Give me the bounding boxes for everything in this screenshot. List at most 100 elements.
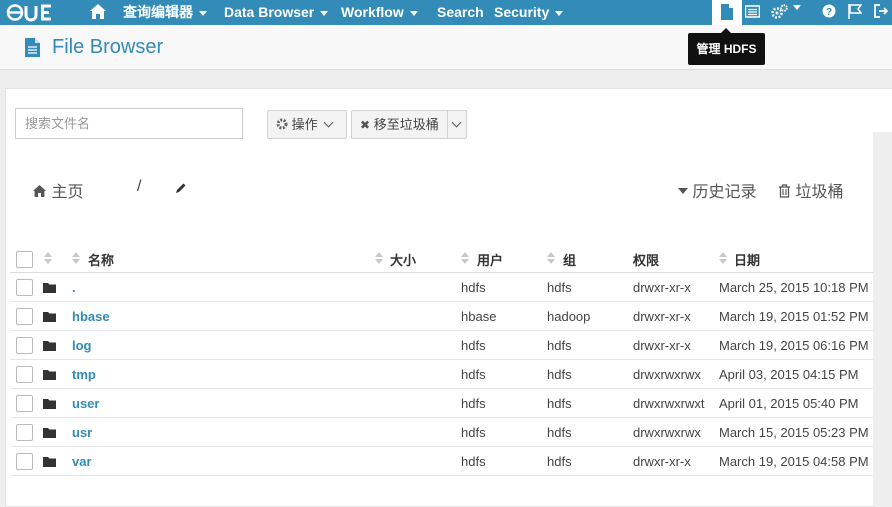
file-name-link[interactable]: user xyxy=(72,396,99,411)
history-label: 历史记录 xyxy=(692,184,757,201)
flag-icon[interactable] xyxy=(848,4,862,19)
table-row[interactable]: log hdfs hdfs drwxr-xr-x March 19, 2015 06:1… xyxy=(10,331,873,360)
file-permissions: drwxr-xr-x xyxy=(633,309,691,324)
column-user[interactable]: 用户 xyxy=(477,250,503,269)
folder-icon xyxy=(43,341,56,351)
row-checkbox[interactable] xyxy=(16,308,33,325)
table-row[interactable]: user hdfs hdfs drwxrwxrwxt April 01, 2015 05… xyxy=(10,389,873,418)
chevron-down-icon xyxy=(451,117,462,128)
sort-icon[interactable] xyxy=(72,252,80,264)
chevron-down-icon xyxy=(320,10,329,16)
file-user: hbase xyxy=(461,309,497,324)
file-name-link[interactable]: . xyxy=(72,280,76,295)
row-checkbox[interactable] xyxy=(16,337,33,354)
file-date: April 03, 2015 04:15 PM xyxy=(719,367,859,382)
tooltip: 管理 HDFS xyxy=(688,28,765,65)
folder-icon xyxy=(43,399,56,409)
table-row[interactable]: var hdfs hdfs drwxr-xr-x March 19, 2015 04:5… xyxy=(10,447,873,476)
file-user: hdfs xyxy=(461,338,486,353)
help-icon[interactable]: ? xyxy=(822,4,836,18)
file-name-link[interactable]: usr xyxy=(72,425,92,440)
nav-query-editors[interactable]: 查询编辑器 xyxy=(123,0,207,25)
chevron-down-icon[interactable] xyxy=(793,5,801,10)
list-icon[interactable] xyxy=(745,4,760,19)
column-size[interactable]: 大小 xyxy=(390,250,416,269)
file-group: hadoop xyxy=(547,309,591,324)
file-name-link[interactable]: log xyxy=(72,338,92,353)
trash-icon xyxy=(779,184,790,198)
file-group: hdfs xyxy=(547,454,572,469)
gear-icon xyxy=(276,118,288,130)
sort-icon[interactable] xyxy=(44,252,52,264)
file-user: hdfs xyxy=(461,454,486,469)
file-date: April 01, 2015 05:40 PM xyxy=(719,396,859,411)
file-permissions: drwxr-xr-x xyxy=(633,280,691,295)
pencil-icon[interactable] xyxy=(175,182,187,194)
table-row[interactable]: tmp hdfs hdfs drwxrwxrwx April 03, 2015 04:1… xyxy=(10,360,873,389)
column-group[interactable]: 组 xyxy=(563,250,576,269)
file-permissions: drwxrwxrwxt xyxy=(633,396,705,411)
move-to-trash-button[interactable]: ✖ 移至垃圾桶 xyxy=(351,110,448,139)
file-date: March 19, 2015 04:58 PM xyxy=(719,454,869,469)
actions-label: 操作 xyxy=(291,117,318,132)
page-title: File Browser xyxy=(52,36,164,58)
column-date[interactable]: 日期 xyxy=(734,250,760,269)
table-row[interactable]: hbase hbase hadoop drwxr-xr-x March 19, 2015… xyxy=(10,302,873,331)
home-icon[interactable] xyxy=(89,3,107,20)
folder-icon xyxy=(43,370,56,380)
sort-icon[interactable] xyxy=(547,252,555,264)
table-header: 名称 大小 用户 组 权限 日期 xyxy=(10,243,873,273)
nav-security[interactable]: Security xyxy=(494,0,564,25)
table-row[interactable]: usr hdfs hdfs drwxrwxrwx March 15, 2015 05:2… xyxy=(10,418,873,447)
breadcrumb-home[interactable]: 主页 xyxy=(32,178,83,202)
row-checkbox[interactable] xyxy=(16,366,33,383)
nav-workflow[interactable]: Workflow xyxy=(341,0,418,25)
folder-icon xyxy=(43,457,56,467)
file-icon xyxy=(721,4,733,20)
file-group: hdfs xyxy=(547,367,572,382)
file-user: hdfs xyxy=(461,280,486,295)
file-date: March 19, 2015 06:16 PM xyxy=(719,338,869,353)
cogs-icon[interactable] xyxy=(771,4,791,19)
caret-down-icon xyxy=(678,188,688,194)
file-icon xyxy=(25,38,40,57)
table-row[interactable]: . hdfs hdfs drwxr-xr-x March 25, 2015 10:18 … xyxy=(10,273,873,302)
chevron-down-icon xyxy=(323,117,334,128)
file-name-link[interactable]: tmp xyxy=(72,367,96,382)
row-checkbox[interactable] xyxy=(16,395,33,412)
search-input[interactable] xyxy=(15,108,243,139)
chevron-down-icon xyxy=(199,10,207,16)
row-checkbox[interactable] xyxy=(16,424,33,441)
sort-icon[interactable] xyxy=(375,252,383,264)
sign-out-icon[interactable] xyxy=(874,4,888,18)
breadcrumb-home-label: 主页 xyxy=(51,184,84,201)
row-checkbox[interactable] xyxy=(16,453,33,470)
column-permissions[interactable]: 权限 xyxy=(633,250,659,269)
file-user: hdfs xyxy=(461,367,486,382)
select-all-checkbox[interactable] xyxy=(16,251,33,268)
trash-options-toggle[interactable] xyxy=(447,110,467,139)
hue-logo[interactable] xyxy=(6,3,64,22)
file-group: hdfs xyxy=(547,338,572,353)
file-name-link[interactable]: hbase xyxy=(72,309,110,324)
sort-icon[interactable] xyxy=(461,252,469,264)
file-user: hdfs xyxy=(461,396,486,411)
trash-link[interactable]: 垃圾桶 xyxy=(778,178,843,202)
file-permissions: drwxr-xr-x xyxy=(633,454,691,469)
folder-icon xyxy=(43,283,56,293)
sort-icon[interactable] xyxy=(719,252,727,264)
nav-data-browser[interactable]: Data Browser xyxy=(224,0,329,25)
actions-button[interactable]: 操作 xyxy=(267,110,347,139)
manage-hdfs-tab[interactable] xyxy=(712,0,742,25)
breadcrumb-separator: / xyxy=(137,178,142,195)
file-date: March 15, 2015 05:23 PM xyxy=(719,425,869,440)
file-permissions: drwxr-xr-x xyxy=(633,338,691,353)
file-group: hdfs xyxy=(547,280,572,295)
history-link[interactable]: 历史记录 xyxy=(678,178,756,202)
folder-icon xyxy=(43,312,56,322)
file-name-link[interactable]: var xyxy=(72,454,92,469)
row-checkbox[interactable] xyxy=(16,279,33,296)
svg-text:?: ? xyxy=(826,7,832,18)
column-name[interactable]: 名称 xyxy=(88,250,114,269)
nav-search[interactable]: Search xyxy=(437,0,484,25)
